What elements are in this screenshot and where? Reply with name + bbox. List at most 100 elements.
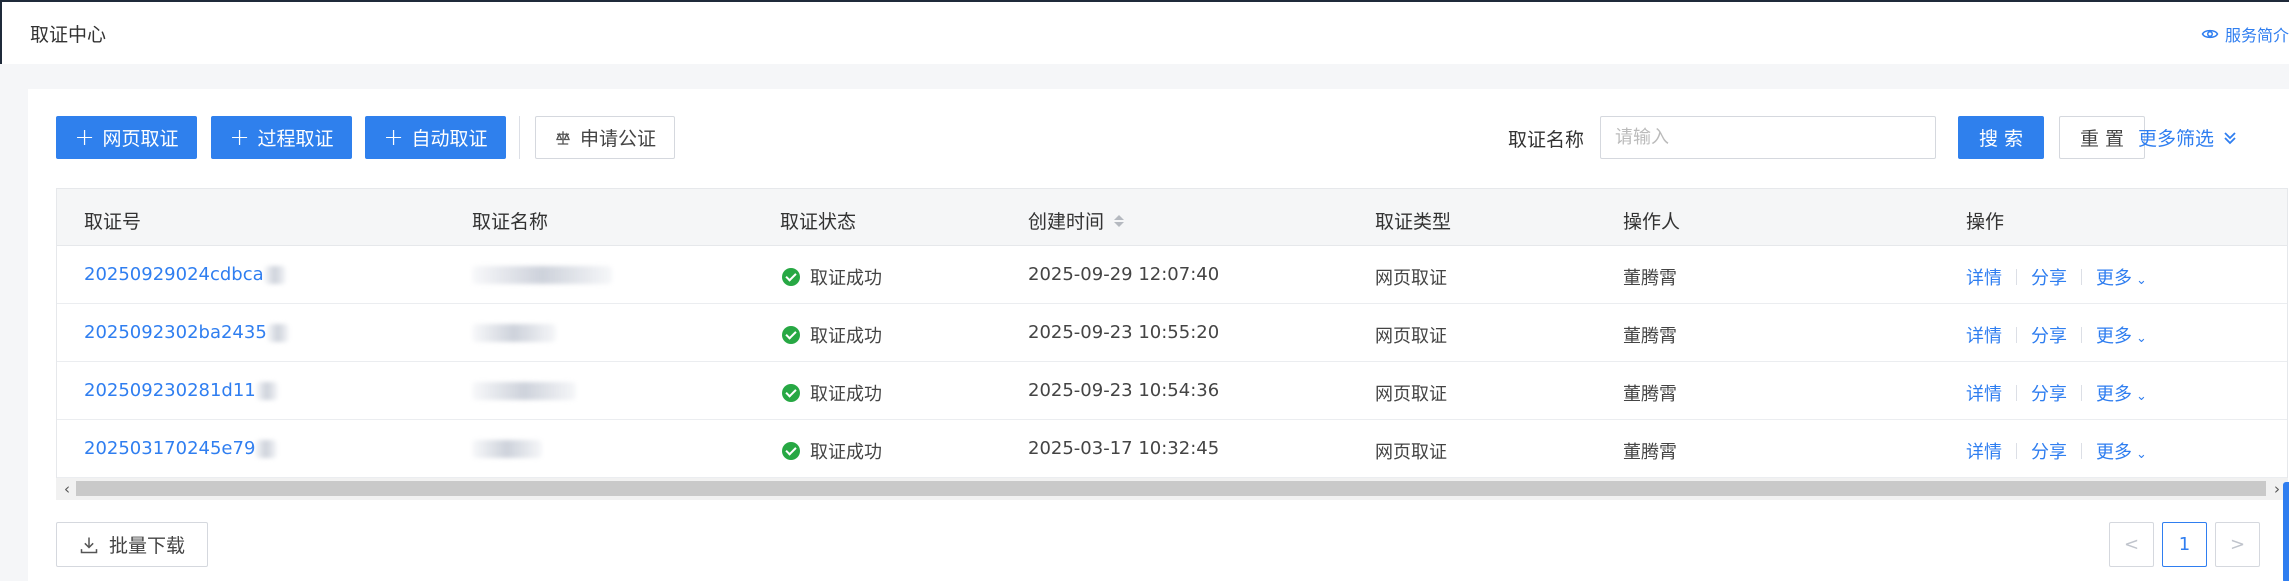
redaction-mask <box>255 440 278 458</box>
apply-notary-label: 申请公证 <box>579 128 656 150</box>
next-page-button[interactable]: > <box>2215 522 2260 567</box>
column-header-created[interactable]: 创建时间 <box>1028 207 1125 234</box>
page-title: 取证中心 <box>30 24 107 46</box>
operator: 董腾霄 <box>1623 268 1677 289</box>
share-link[interactable]: 分享 <box>2031 438 2067 464</box>
share-link[interactable]: 分享 <box>2031 264 2067 290</box>
toolbar-divider <box>519 116 520 159</box>
scroll-left-icon[interactable]: ‹ <box>60 480 74 498</box>
created-time: 2025-03-17 10:32:45 <box>1028 438 1220 459</box>
evidence-type: 网页取证 <box>1375 326 1447 347</box>
process-evidence-button[interactable]: + 过程取证 <box>211 116 352 159</box>
evidence-type: 网页取证 <box>1375 442 1447 463</box>
status-text: 取证成功 <box>810 442 882 463</box>
more-dropdown[interactable]: 更多 ⌄ <box>2096 264 2147 290</box>
evidence-name-redacted <box>472 322 556 343</box>
more-label: 更多 <box>2096 442 2132 463</box>
plus-icon: + <box>229 122 250 151</box>
search-button[interactable]: 搜 索 <box>1958 116 2044 159</box>
more-filter-label: 更多筛选 <box>2138 128 2215 150</box>
divider <box>2016 385 2017 401</box>
detail-link[interactable]: 详情 <box>1966 380 2002 406</box>
prev-page-button[interactable]: < <box>2109 522 2154 567</box>
web-evidence-label: 网页取证 <box>102 128 179 150</box>
evidence-name-redacted <box>472 264 612 285</box>
sort-icon[interactable] <box>1114 214 1125 227</box>
column-header-id: 取证号 <box>84 211 142 233</box>
column-header-operator: 操作人 <box>1623 211 1681 233</box>
more-dropdown[interactable]: 更多 ⌄ <box>2096 322 2147 348</box>
share-link[interactable]: 分享 <box>2031 380 2067 406</box>
page-1-button[interactable]: 1 <box>2162 522 2207 567</box>
evidence-type: 网页取证 <box>1375 384 1447 405</box>
created-time: 2025-09-23 10:54:36 <box>1028 380 1220 401</box>
evidence-id-link[interactable]: 202503170245e79 <box>84 438 278 459</box>
status-cell: 取证成功 <box>782 264 882 290</box>
divider <box>2016 269 2017 285</box>
status-text: 取证成功 <box>810 384 882 405</box>
more-filter-link[interactable]: 更多筛选 <box>2138 124 2238 151</box>
evidence-id-link[interactable]: 20250923028​1d11 <box>84 380 278 401</box>
detail-link[interactable]: 详情 <box>1966 438 2002 464</box>
evidence-id-link[interactable]: 20250929024cdbca <box>84 264 286 285</box>
auto-evidence-label: 自动取证 <box>411 128 488 150</box>
operator: 董腾霄 <box>1623 326 1677 347</box>
table-row: 20250923028​1d11 取证成功 2025-09-23 10:54:3… <box>57 362 2287 420</box>
row-actions: 详情 分享 更多 ⌄ <box>1966 264 2147 290</box>
status-text: 取证成功 <box>810 326 882 347</box>
service-intro-label: 服务简介 <box>2224 26 2289 45</box>
scrollbar-thumb[interactable] <box>76 481 2266 496</box>
evidence-id: 20250929024cdbca <box>84 264 264 285</box>
table-header: 取证号 取证名称 取证状态 创建时间 取证类型 操作人 操作 <box>57 189 2287 246</box>
scroll-right-icon[interactable]: › <box>2270 480 2284 498</box>
operator: 董腾霄 <box>1623 442 1677 463</box>
evidence-id-link[interactable]: 2025092302ba2435 <box>84 322 289 343</box>
filter-name-label: 取证名称 <box>1508 129 1585 151</box>
status-cell: 取证成功 <box>782 380 882 406</box>
batch-download-button[interactable]: 批量下载 <box>56 522 208 567</box>
divider <box>2016 327 2017 343</box>
divider <box>2081 385 2082 401</box>
redaction-mask <box>472 324 556 342</box>
share-link[interactable]: 分享 <box>2031 322 2067 348</box>
divider <box>2016 443 2017 459</box>
evidence-table: 取证号 取证名称 取证状态 创建时间 取证类型 操作人 操作 202509290… <box>56 188 2288 478</box>
divider <box>2081 443 2082 459</box>
chevron-down-icon: ⌄ <box>2136 389 2147 404</box>
redaction-mask <box>472 266 612 284</box>
evidence-name-input[interactable] <box>1600 116 1936 159</box>
auto-evidence-button[interactable]: + 自动取证 <box>365 116 506 159</box>
service-intro-link[interactable]: 服务简介 <box>2201 22 2289 46</box>
evidence-name-redacted <box>472 380 576 401</box>
horizontal-scrollbar[interactable]: ‹ › <box>56 478 2288 500</box>
batch-download-label: 批量下载 <box>108 535 185 557</box>
table-row: 20250929024cdbca 取证成功 2025-09-29 12:07:4… <box>57 246 2287 304</box>
evidence-id: 20250923028​1d11 <box>84 380 256 401</box>
row-actions: 详情 分享 更多 ⌄ <box>1966 322 2147 348</box>
more-label: 更多 <box>2096 384 2132 405</box>
web-evidence-button[interactable]: + 网页取证 <box>56 116 197 159</box>
divider <box>2081 269 2082 285</box>
row-actions: 详情 分享 更多 ⌄ <box>1966 380 2147 406</box>
scale-icon <box>555 130 571 145</box>
redaction-mask <box>472 382 576 400</box>
more-dropdown[interactable]: 更多 ⌄ <box>2096 438 2147 464</box>
column-header-name: 取证名称 <box>472 211 549 233</box>
chevron-down-icon: ⌄ <box>2136 273 2147 288</box>
reset-button[interactable]: 重 置 <box>2059 116 2145 159</box>
evidence-type: 网页取证 <box>1375 268 1447 289</box>
column-header-status: 取证状态 <box>780 211 857 233</box>
column-header-created-label: 创建时间 <box>1028 211 1105 233</box>
check-circle-icon <box>782 442 800 460</box>
status-cell: 取证成功 <box>782 322 882 348</box>
chevron-down-icon: ⌄ <box>2136 331 2147 346</box>
detail-link[interactable]: 详情 <box>1966 322 2002 348</box>
evidence-card: + 网页取证 + 过程取证 + 自动取证 申请公证 取证名称 搜 索 重 置 更… <box>28 89 2289 581</box>
process-evidence-label: 过程取证 <box>257 128 334 150</box>
page: 取证中心 服务简介 + 网页取证 + 过程取证 + 自动取证 申请公证 取证名称… <box>0 0 2289 581</box>
detail-link[interactable]: 详情 <box>1966 264 2002 290</box>
created-time: 2025-09-29 12:07:40 <box>1028 264 1220 285</box>
more-dropdown[interactable]: 更多 ⌄ <box>2096 380 2147 406</box>
apply-notary-button[interactable]: 申请公证 <box>535 116 675 159</box>
more-label: 更多 <box>2096 268 2132 289</box>
